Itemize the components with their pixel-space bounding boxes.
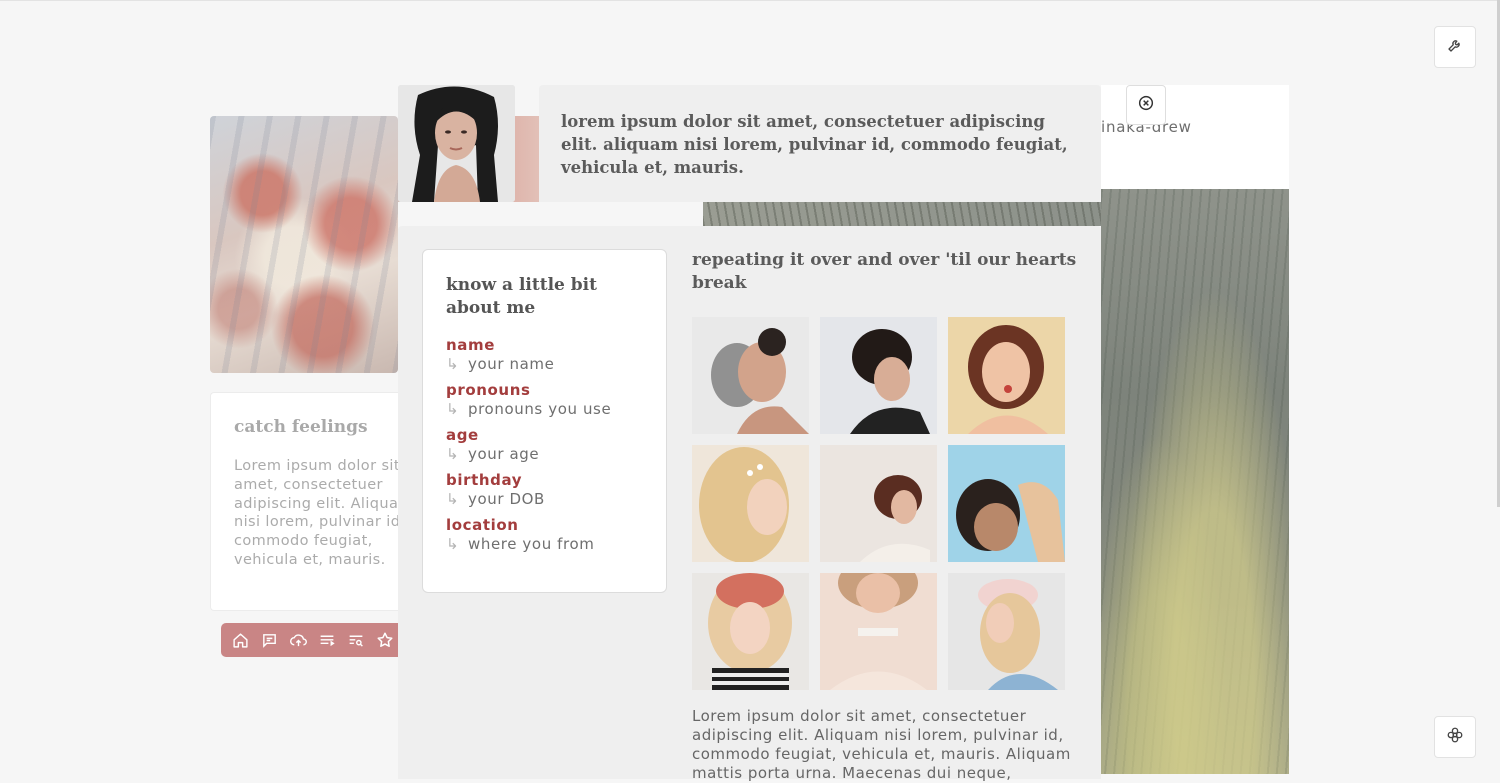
about-title: know a little bit about me xyxy=(446,275,597,318)
gallery-photo[interactable] xyxy=(948,317,1065,434)
gallery-photo[interactable] xyxy=(692,317,809,434)
about-value-text: where you from xyxy=(468,535,595,553)
home-icon[interactable] xyxy=(230,630,250,650)
grass-photo-strip xyxy=(703,202,1101,226)
header-photo xyxy=(210,116,398,373)
theme-button[interactable] xyxy=(1434,716,1476,758)
about-row-name: name ↳ your name xyxy=(446,336,643,374)
arrow-icon: ↳ xyxy=(446,490,460,508)
arrow-icon: ↳ xyxy=(446,400,460,418)
about-value: ↳ where you from xyxy=(446,535,643,554)
avatar xyxy=(398,85,515,202)
gallery-paragraph: Lorem ipsum dolor sit amet, consectetuer… xyxy=(692,707,1071,782)
about-value: ↳ pronouns you use xyxy=(446,400,643,419)
quote-text: lorem ipsum dolor sit amet, consectetuer… xyxy=(561,112,1068,177)
search-list-icon[interactable] xyxy=(346,630,366,650)
about-row-location: location ↳ where you from xyxy=(446,516,643,554)
about-value: ↳ your name xyxy=(446,355,643,374)
arrow-icon: ↳ xyxy=(446,535,460,553)
profile-popup: know a little bit about me name ↳ your na… xyxy=(398,226,1101,782)
about-label: name xyxy=(446,336,496,354)
top-border xyxy=(0,0,1500,1)
arrow-icon: ↳ xyxy=(446,355,460,373)
about-row-pronouns: pronouns ↳ pronouns you use xyxy=(446,381,643,419)
quote-box: lorem ipsum dolor sit amet, consectetuer… xyxy=(539,85,1101,202)
nav-bar xyxy=(221,623,398,657)
gallery-photo[interactable] xyxy=(820,573,937,690)
about-value: ↳ your DOB xyxy=(446,490,643,509)
arrow-icon: ↳ xyxy=(446,445,460,463)
gallery-photo[interactable] xyxy=(692,445,809,562)
gallery-photo[interactable] xyxy=(692,573,809,690)
about-label: pronouns xyxy=(446,381,531,399)
playlist-icon[interactable] xyxy=(317,630,337,650)
about-value-text: your age xyxy=(468,445,540,463)
intro-card: catch feelings Lorem ipsum dolor sit ame… xyxy=(210,392,399,611)
wrench-icon xyxy=(1447,37,1463,57)
about-label: location xyxy=(446,516,519,534)
gallery-photo[interactable] xyxy=(820,445,937,562)
message-icon[interactable] xyxy=(259,630,279,650)
gallery-photo[interactable] xyxy=(948,573,1065,690)
about-row-age: age ↳ your age xyxy=(446,426,643,464)
about-value-text: pronouns you use xyxy=(468,400,612,418)
about-row-birthday: birthday ↳ your DOB xyxy=(446,471,643,509)
intro-text: Lorem ipsum dolor sit amet, consectetuer… xyxy=(234,458,399,568)
gallery-photo[interactable] xyxy=(948,445,1065,562)
flower-icon xyxy=(1446,726,1464,748)
close-button[interactable] xyxy=(1126,85,1166,125)
close-circle-icon xyxy=(1138,95,1154,115)
about-label: age xyxy=(446,426,479,444)
settings-button[interactable] xyxy=(1434,26,1476,68)
cloud-upload-icon[interactable] xyxy=(288,630,308,650)
about-value-text: your name xyxy=(468,355,555,373)
photo-gallery xyxy=(692,317,1066,690)
star-icon[interactable] xyxy=(375,630,395,650)
about-card: know a little bit about me name ↳ your na… xyxy=(422,249,667,593)
gallery-photo[interactable] xyxy=(820,317,937,434)
gallery-title: repeating it over and over 'til our hear… xyxy=(692,250,1077,293)
about-value: ↳ your age xyxy=(446,445,643,464)
field-photo xyxy=(1101,189,1289,774)
about-value-text: your DOB xyxy=(468,490,545,508)
about-label: birthday xyxy=(446,471,523,489)
intro-title: catch feelings xyxy=(234,417,368,437)
